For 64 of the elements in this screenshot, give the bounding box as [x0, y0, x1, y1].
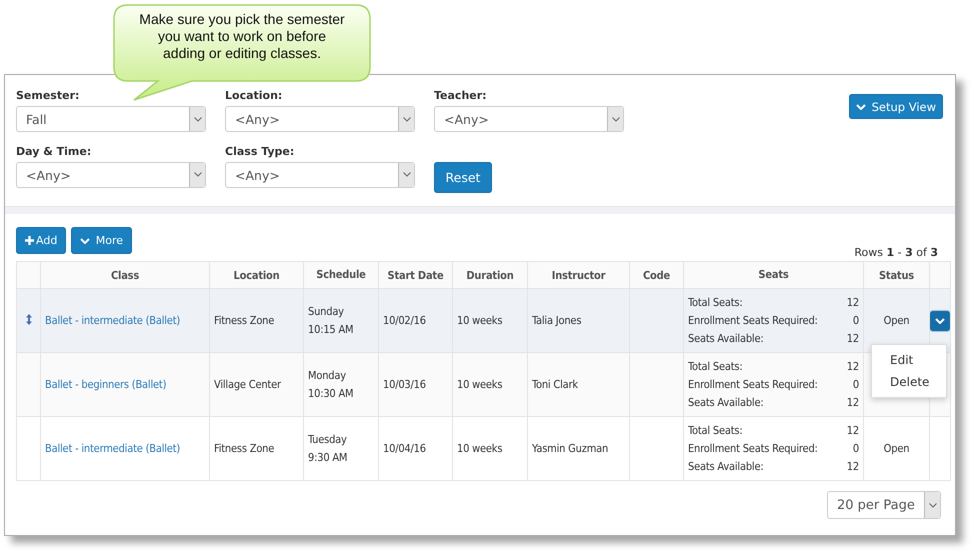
table-row[interactable]: Ballet - intermediate (Ballet) Fitness Zone Tuesday 9:30 AM 10/04/16 10 weeks Yasmin Guzman Total Seats: 12 Enrollment Seats Required: 0 Seats Available: 12 Open — [16, 416, 950, 480]
field-label: Location: — [225, 89, 284, 103]
chevron-down-icon — [194, 172, 202, 177]
column-header: Seats — [684, 262, 864, 288]
seat-label: Total Seats: — [688, 422, 742, 438]
seat-value: 0 — [852, 312, 859, 328]
reset-button[interactable]: Reset — [434, 162, 492, 193]
seat-label: Total Seats: — [688, 294, 742, 310]
table-cell: Fitness Zone — [210, 416, 304, 480]
select-field[interactable]: 20 per Page — [827, 491, 941, 519]
seat-label: Total Seats: — [688, 358, 742, 374]
select-field[interactable]: <Any> — [434, 106, 624, 132]
table-cell: 10/04/16 — [378, 416, 452, 480]
table-cell: 10 weeks — [452, 416, 528, 480]
column-header: Class — [40, 262, 210, 288]
menu-item[interactable]: Delete — [872, 371, 946, 393]
callout-text: Make sure you pick the semester you want to work on before adding or editing classes. — [138, 11, 346, 62]
row-menu-button[interactable] — [930, 310, 950, 330]
field-label: Semester: — [16, 89, 80, 103]
status-text: Open — [884, 442, 910, 455]
field-label: Teacher: — [434, 89, 488, 103]
select-field[interactable]: Fall — [16, 106, 206, 132]
plus-icon — [25, 236, 34, 246]
chevron-down-icon — [928, 502, 936, 508]
table-cell: Yasmin Guzman — [528, 416, 630, 480]
rows-count: Rows 1 - 3 of 3 — [854, 246, 938, 260]
seat-label: Seats Available: — [688, 394, 764, 410]
class-link[interactable]: Ballet - intermediate (Ballet) — [45, 314, 180, 327]
chevron-down-icon — [80, 238, 90, 244]
select-field[interactable]: <Any> — [225, 106, 415, 132]
status-text: Open — [884, 314, 910, 327]
seat-value: 12 — [846, 458, 859, 474]
field-label: Day & Time: — [16, 144, 92, 158]
select-field[interactable]: <Any> — [16, 162, 206, 188]
seat-label: Seats Available: — [688, 330, 764, 346]
seat-value: 0 — [852, 376, 859, 392]
more-button[interactable]: More — [71, 227, 132, 254]
select-field[interactable]: <Any> — [225, 162, 415, 188]
seat-label: Enrollment Seats Required: — [688, 312, 818, 328]
class-link[interactable]: Ballet - beginners (Ballet) — [45, 378, 166, 391]
table-cell-text: Monday 10:30 AM — [308, 368, 354, 402]
table-row[interactable]: Ballet - intermediate (Ballet) Fitness Zone Sunday 10:15 AM 10/02/16 10 weeks Talia Jones Total Seats: 12 Enrollment Seats Required: 0 Seats Available: 12 Open — [16, 288, 950, 352]
seat-value: 12 — [846, 330, 859, 346]
setup-view-button[interactable]: Setup View — [848, 94, 943, 119]
drag-handle-icon — [26, 314, 32, 324]
seat-label: Enrollment Seats Required: — [688, 440, 818, 456]
seat-label: Enrollment Seats Required: — [688, 376, 818, 392]
chevron-down-icon — [935, 318, 945, 324]
seat-value: 0 — [852, 440, 859, 456]
class-link[interactable]: Ballet - intermediate (Ballet) — [45, 442, 180, 455]
table-cell-text: Sunday 10:15 AM — [308, 304, 354, 338]
seat-label: Seats Available: — [688, 458, 764, 474]
chevron-down-icon — [856, 104, 866, 110]
field-label: Class Type: — [225, 144, 296, 158]
chevron-down-icon — [402, 116, 410, 122]
add-button[interactable]: Add — [16, 227, 66, 254]
seat-value: 12 — [846, 358, 859, 374]
seat-value: 12 — [846, 422, 859, 438]
chevron-down-icon — [194, 116, 202, 122]
table-cell-text: Tuesday 9:30 AM — [308, 432, 348, 466]
chevron-down-icon — [612, 116, 620, 122]
chevron-down-icon — [402, 172, 410, 177]
seat-value: 12 — [846, 394, 859, 410]
seat-value: 12 — [846, 294, 859, 310]
